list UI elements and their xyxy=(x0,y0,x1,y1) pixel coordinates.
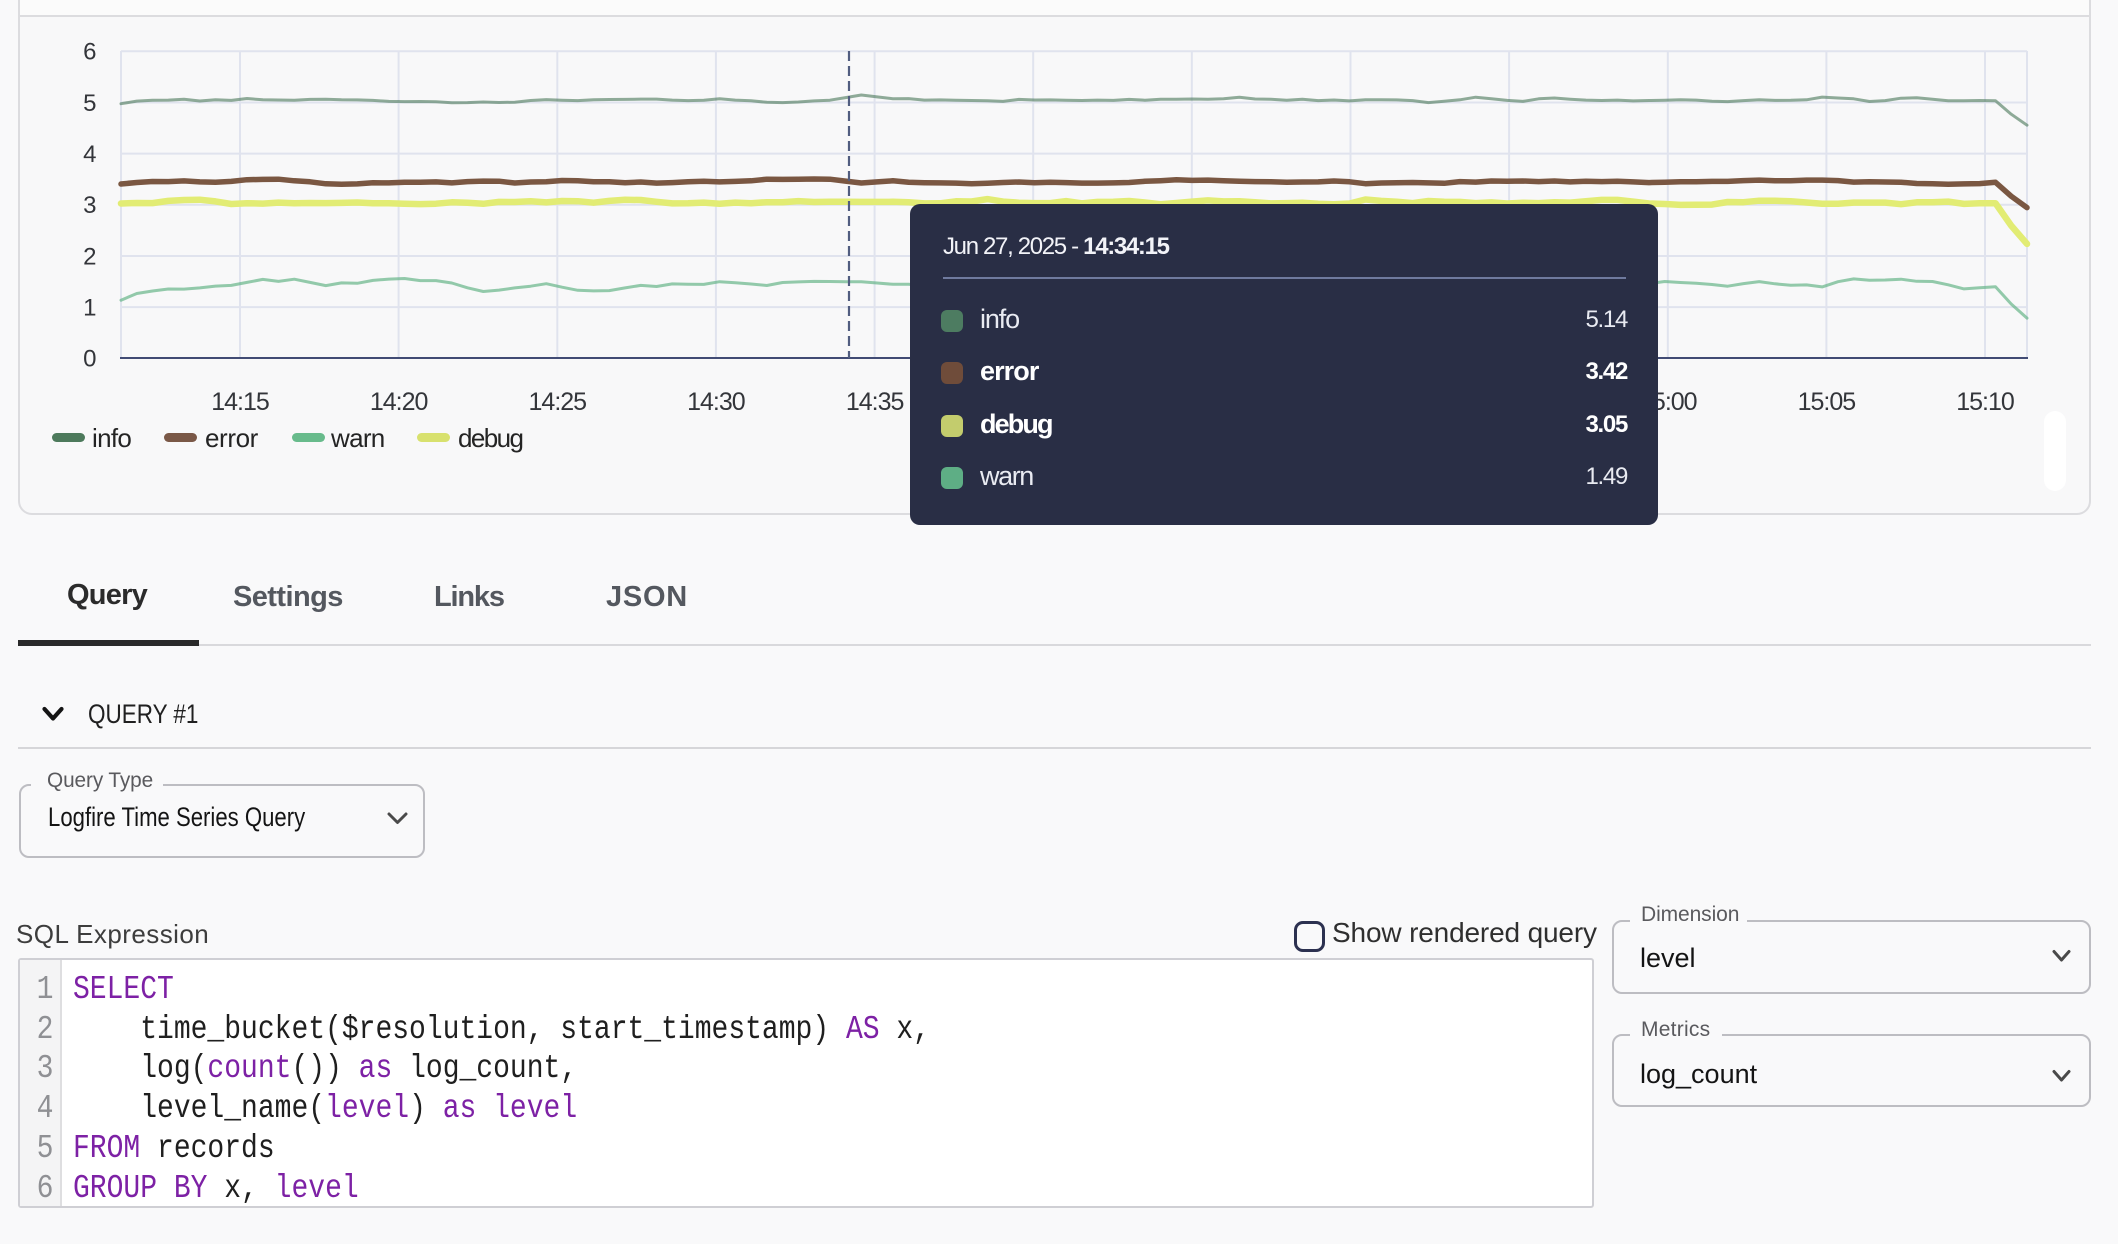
svg-text:3: 3 xyxy=(83,192,96,219)
svg-text:15:10: 15:10 xyxy=(1956,388,2014,416)
svg-text:14:25: 14:25 xyxy=(529,388,587,416)
svg-text:1: 1 xyxy=(83,295,96,322)
svg-text:15:05: 15:05 xyxy=(1798,388,1856,416)
svg-text:5: 5 xyxy=(83,90,96,117)
svg-text:0: 0 xyxy=(83,346,96,373)
svg-text:6: 6 xyxy=(83,39,96,66)
svg-text:14:15: 14:15 xyxy=(211,388,269,416)
svg-text:14:30: 14:30 xyxy=(687,388,745,416)
svg-text:2: 2 xyxy=(83,243,96,270)
svg-text:14:20: 14:20 xyxy=(370,388,428,416)
svg-text:14:35: 14:35 xyxy=(846,388,904,416)
svg-text:4: 4 xyxy=(83,141,96,168)
